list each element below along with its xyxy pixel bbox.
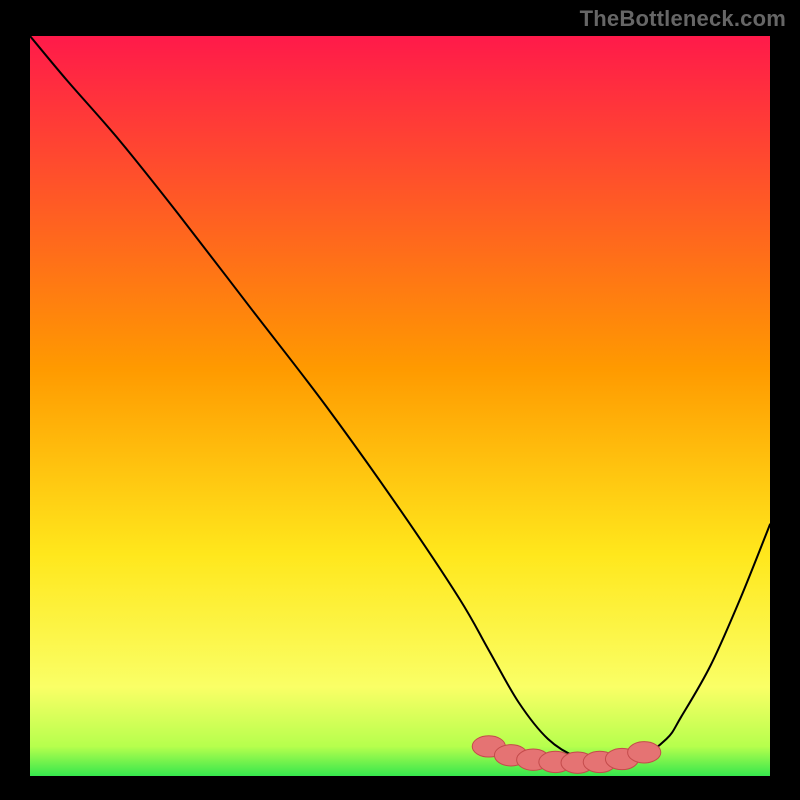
chart-svg <box>30 36 770 776</box>
watermark-text: TheBottleneck.com <box>580 6 786 32</box>
optimal-marker <box>628 742 661 763</box>
chart-container: TheBottleneck.com <box>0 0 800 800</box>
gradient-background <box>30 36 770 776</box>
plot-area <box>30 36 770 776</box>
